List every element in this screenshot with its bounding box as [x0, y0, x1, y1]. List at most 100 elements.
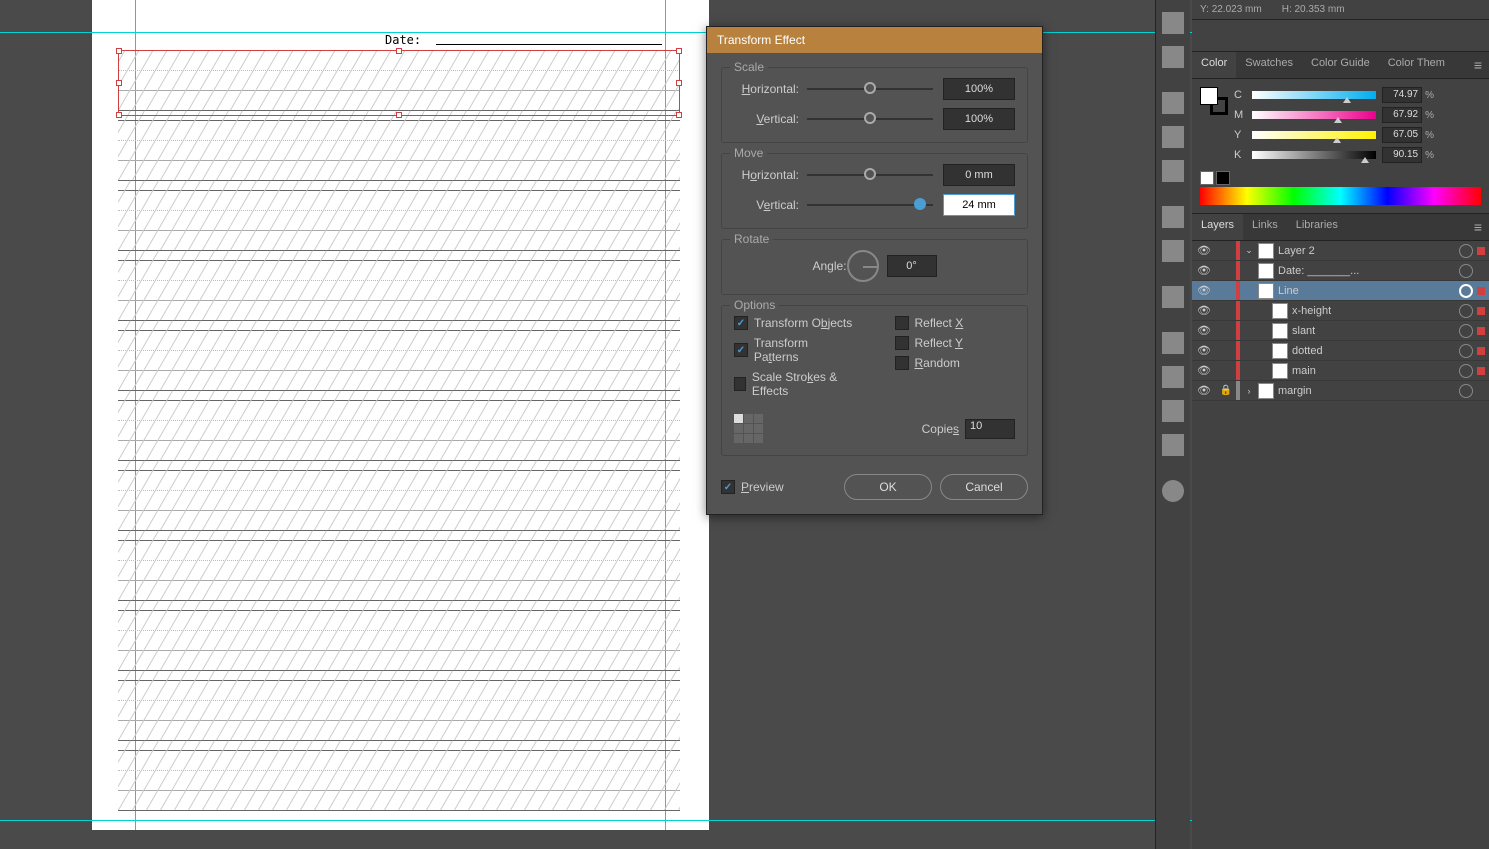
layer-row-slant[interactable]: 👁slant [1192, 321, 1489, 341]
layer-row-layer2[interactable]: 👁⌄Layer 2 [1192, 241, 1489, 261]
layer-row-xheight[interactable]: 👁x-height [1192, 301, 1489, 321]
panel-icon[interactable] [1162, 92, 1184, 114]
selection-handle-mr[interactable] [676, 80, 682, 86]
move-section-label: Move [730, 146, 767, 160]
panel-icon[interactable] [1162, 160, 1184, 182]
yellow-slider[interactable] [1252, 131, 1376, 139]
visibility-icon[interactable]: 👁 [1192, 324, 1216, 337]
selection-handle-bm[interactable] [396, 112, 402, 118]
expand-icon[interactable]: ⌄ [1240, 245, 1258, 256]
panel-icon[interactable] [1162, 46, 1184, 68]
panel-icon[interactable] [1162, 126, 1184, 148]
black-value[interactable]: 90.15 [1382, 147, 1422, 163]
lock-icon[interactable]: 🔒 [1216, 385, 1236, 396]
glyphs-icon[interactable] [1162, 400, 1184, 422]
target-icon[interactable] [1459, 384, 1473, 398]
expand-icon[interactable]: › [1240, 386, 1258, 396]
tab-swatches[interactable]: Swatches [1236, 52, 1302, 78]
panel-icon[interactable] [1162, 206, 1184, 228]
scale-vertical-label: Vertical: [734, 112, 799, 126]
scale-vertical-slider[interactable] [807, 118, 933, 120]
fill-stroke-indicator[interactable] [1200, 87, 1228, 115]
copies-input[interactable]: 10 [965, 419, 1015, 439]
yellow-value[interactable]: 67.05 [1382, 127, 1422, 143]
black-slider[interactable] [1252, 151, 1376, 159]
selection-bounding-box[interactable] [118, 50, 680, 116]
selection-handle-bl[interactable] [116, 112, 122, 118]
random-checkbox[interactable] [895, 356, 909, 370]
target-icon[interactable] [1459, 264, 1473, 278]
layer-row-margin[interactable]: 👁🔒›margin [1192, 381, 1489, 401]
target-icon[interactable] [1459, 364, 1473, 378]
copies-label: Copies [922, 422, 959, 436]
selection-handle-tm[interactable] [396, 48, 402, 54]
move-horizontal-label: Horizontal: [734, 168, 799, 182]
move-horizontal-input[interactable]: 0 mm [943, 164, 1015, 186]
selection-handle-tl[interactable] [116, 48, 122, 54]
black-swatch[interactable] [1216, 171, 1230, 185]
target-icon[interactable] [1459, 284, 1473, 298]
magenta-slider[interactable] [1252, 111, 1376, 119]
selection-handle-br[interactable] [676, 112, 682, 118]
cyan-slider[interactable] [1252, 91, 1376, 99]
dialog-titlebar[interactable]: Transform Effect [707, 27, 1042, 53]
target-icon[interactable] [1459, 244, 1473, 258]
panel-menu-icon[interactable]: ≡ [1467, 52, 1489, 78]
white-swatch[interactable] [1200, 171, 1214, 185]
visibility-icon[interactable]: 👁 [1192, 244, 1216, 257]
move-vertical-slider[interactable] [807, 204, 933, 206]
selection-handle-tr[interactable] [676, 48, 682, 54]
right-panels: Y: 22.023 mm H: 20.353 mm Color Swatches… [1192, 0, 1489, 849]
panel-menu-icon[interactable]: ≡ [1467, 214, 1489, 240]
cancel-button[interactable]: Cancel [940, 474, 1028, 500]
rotate-angle-dial[interactable] [847, 250, 879, 282]
magenta-value[interactable]: 67.92 [1382, 107, 1422, 123]
layer-row-line[interactable]: 👁⌄Line [1192, 281, 1489, 301]
tab-color[interactable]: Color [1192, 52, 1236, 78]
visibility-icon[interactable]: 👁 [1192, 264, 1216, 277]
visibility-icon[interactable]: 👁 [1192, 364, 1216, 377]
panel-icon[interactable] [1162, 12, 1184, 34]
tab-libraries[interactable]: Libraries [1287, 214, 1347, 240]
rotate-angle-input[interactable]: 0° [887, 255, 937, 277]
layer-row-dotted[interactable]: 👁dotted [1192, 341, 1489, 361]
visibility-icon[interactable]: 👁 [1192, 304, 1216, 317]
scale-horizontal-input[interactable]: 100% [943, 78, 1015, 100]
target-icon[interactable] [1459, 344, 1473, 358]
move-horizontal-slider[interactable] [807, 174, 933, 176]
tab-color-themes[interactable]: Color Them [1379, 52, 1454, 78]
scale-vertical-input[interactable]: 100% [943, 108, 1015, 130]
ok-button[interactable]: OK [844, 474, 932, 500]
visibility-icon[interactable]: 👁 [1192, 384, 1216, 397]
tab-color-guide[interactable]: Color Guide [1302, 52, 1379, 78]
paragraph-icon[interactable] [1162, 366, 1184, 388]
move-vertical-input[interactable]: 24 mm [943, 194, 1015, 216]
anchor-point-grid[interactable] [734, 414, 763, 443]
tab-links[interactable]: Links [1243, 214, 1287, 240]
panel-icon[interactable] [1162, 434, 1184, 456]
target-icon[interactable] [1459, 304, 1473, 318]
transform-objects-checkbox[interactable] [734, 316, 748, 330]
color-spectrum[interactable] [1200, 187, 1481, 205]
type-icon[interactable] [1162, 332, 1184, 354]
visibility-icon[interactable]: 👁 [1192, 344, 1216, 357]
layer-row-date[interactable]: 👁Date: _______... [1192, 261, 1489, 281]
scale-horizontal-slider[interactable] [807, 88, 933, 90]
expand-icon[interactable]: ⌄ [1240, 285, 1258, 296]
fill-swatch[interactable] [1200, 87, 1218, 105]
reflect-x-checkbox[interactable] [895, 316, 909, 330]
preview-checkbox[interactable] [721, 480, 735, 494]
target-icon[interactable] [1459, 324, 1473, 338]
appearance-icon[interactable] [1162, 480, 1184, 502]
panel-icon[interactable] [1162, 240, 1184, 262]
panel-icon[interactable] [1162, 286, 1184, 308]
layer-row-main[interactable]: 👁main [1192, 361, 1489, 381]
scale-strokes-checkbox[interactable] [734, 377, 746, 391]
transform-patterns-checkbox[interactable] [734, 343, 748, 357]
tab-layers[interactable]: Layers [1192, 214, 1243, 240]
cyan-value[interactable]: 74.97 [1382, 87, 1422, 103]
selection-handle-ml[interactable] [116, 80, 122, 86]
visibility-icon[interactable]: 👁 [1192, 284, 1216, 297]
reflect-y-checkbox[interactable] [895, 336, 909, 350]
rotate-section-label: Rotate [730, 232, 773, 246]
